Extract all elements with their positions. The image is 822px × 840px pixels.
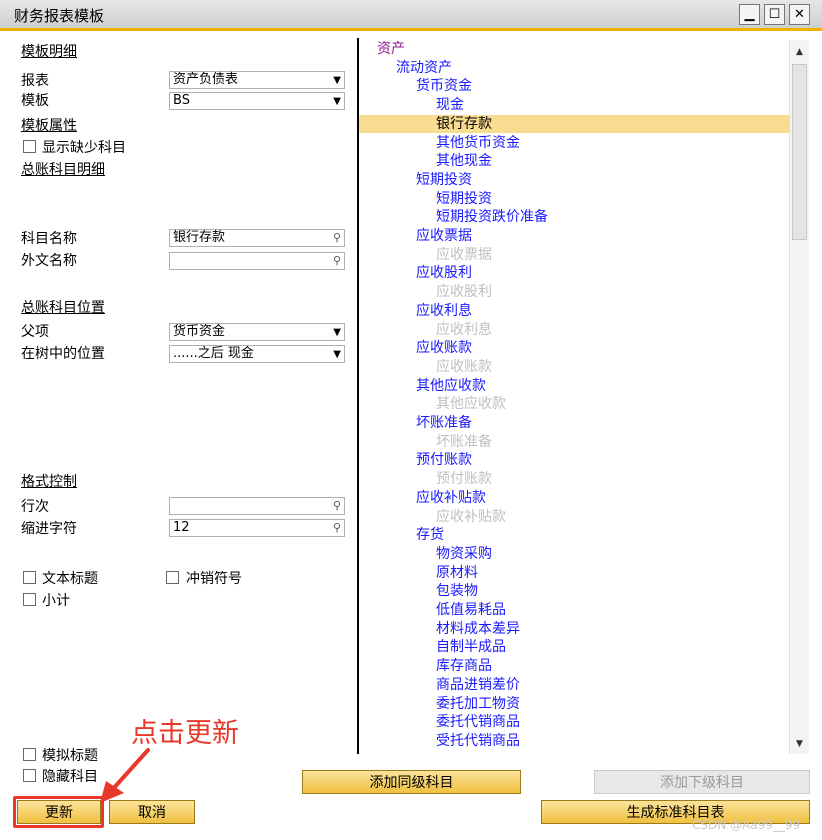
account-name-label: 科目名称 bbox=[21, 231, 77, 247]
show-missing-checkbox[interactable] bbox=[23, 140, 36, 153]
tree-item[interactable]: 应收股利 bbox=[359, 283, 789, 302]
tree-item[interactable]: 应收票据 bbox=[359, 227, 789, 246]
tree-item[interactable]: 应收补贴款 bbox=[359, 489, 789, 508]
report-label: 报表 bbox=[21, 73, 49, 89]
indent-input[interactable]: 12 ⚲ bbox=[169, 519, 345, 537]
add-sibling-button[interactable]: 添加同级科目 bbox=[302, 770, 521, 794]
tree-item[interactable]: 应收票据 bbox=[359, 246, 789, 265]
watermark: CSDN @Aa99__99 bbox=[692, 818, 801, 832]
template-label: 模板 bbox=[21, 93, 49, 109]
tree-item[interactable]: 流动资产 bbox=[359, 59, 789, 78]
scroll-down-icon[interactable]: ▼ bbox=[790, 734, 809, 754]
tree-item[interactable]: 委托代销商品 bbox=[359, 713, 789, 732]
indent-value: 12 bbox=[173, 520, 190, 535]
tree-item[interactable]: 预付账款 bbox=[359, 451, 789, 470]
row-label: 行次 bbox=[21, 499, 49, 515]
window-title: 财务报表模板 bbox=[14, 7, 105, 25]
dropdown-arrow-icon: ▼ bbox=[333, 327, 341, 338]
tree-item[interactable]: 物资采购 bbox=[359, 545, 789, 564]
scroll-up-icon[interactable]: ▲ bbox=[790, 42, 809, 62]
tree-item[interactable]: 应收利息 bbox=[359, 302, 789, 321]
tree-item[interactable]: 短期投资 bbox=[359, 171, 789, 190]
account-name-input[interactable]: 银行存款 ⚲ bbox=[169, 229, 345, 247]
tree-item[interactable]: 自制半成品 bbox=[359, 638, 789, 657]
tree-item[interactable]: 坏账准备 bbox=[359, 414, 789, 433]
hidden-account-checkbox[interactable] bbox=[23, 769, 36, 782]
tree-item[interactable]: 其他现金 bbox=[359, 152, 789, 171]
show-missing-label: 显示缺少科目 bbox=[42, 140, 126, 156]
parent-value: 货币资金 bbox=[173, 324, 226, 339]
tree-item[interactable]: 应收账款 bbox=[359, 339, 789, 358]
report-value: 资产负债表 bbox=[173, 72, 239, 87]
tree-item[interactable]: 低值易耗品 bbox=[359, 601, 789, 620]
section-template-detail: 模板明细 bbox=[21, 44, 77, 60]
tree-item[interactable]: 应收账款 bbox=[359, 358, 789, 377]
template-value: BS bbox=[173, 93, 190, 108]
tree-item[interactable]: 其他应收款 bbox=[359, 395, 789, 414]
section-gl-position: 总账科目位置 bbox=[21, 300, 105, 316]
dropdown-arrow-icon: ▼ bbox=[333, 349, 341, 360]
tree-item[interactable]: 其他应收款 bbox=[359, 377, 789, 396]
foreign-name-input[interactable]: ⚲ bbox=[169, 252, 345, 270]
report-select[interactable]: 资产负债表 ▼ bbox=[169, 71, 345, 89]
subtotal-label: 小计 bbox=[42, 593, 70, 609]
tree-item[interactable]: 短期投资 bbox=[359, 190, 789, 209]
foreign-name-label: 外文名称 bbox=[21, 253, 77, 269]
tree-item[interactable]: 商品进销差价 bbox=[359, 676, 789, 695]
tree-item[interactable]: 存货 bbox=[359, 526, 789, 545]
tree-position-value: ......之后 现金 bbox=[173, 346, 254, 361]
maximize-icon[interactable]: ☐ bbox=[764, 4, 785, 25]
account-name-value: 银行存款 bbox=[173, 230, 226, 245]
tree-item[interactable]: 库存商品 bbox=[359, 657, 789, 676]
tree-item[interactable]: 资产 bbox=[359, 40, 789, 59]
tree-item[interactable]: 坏账准备 bbox=[359, 433, 789, 452]
section-format: 格式控制 bbox=[21, 474, 77, 490]
tree-item[interactable]: 包装物 bbox=[359, 582, 789, 601]
dropdown-arrow-icon: ▼ bbox=[333, 75, 341, 86]
minimize-icon[interactable]: ▁ bbox=[739, 4, 760, 25]
subtotal-checkbox[interactable] bbox=[23, 593, 36, 606]
pin-icon: ⚲ bbox=[332, 499, 341, 512]
sim-title-checkbox[interactable] bbox=[23, 748, 36, 761]
tree-item[interactable]: 应收股利 bbox=[359, 264, 789, 283]
tree-position-select[interactable]: ......之后 现金 ▼ bbox=[169, 345, 345, 363]
title-bar: 财务报表模板 ▁ ☐ ✕ bbox=[0, 0, 822, 31]
indent-label: 缩进字符 bbox=[21, 521, 77, 537]
tree-item[interactable]: 应收利息 bbox=[359, 321, 789, 340]
tree-item[interactable]: 预付账款 bbox=[359, 470, 789, 489]
add-child-button[interactable]: 添加下级科目 bbox=[594, 770, 810, 794]
parent-label: 父项 bbox=[21, 324, 49, 340]
template-select[interactable]: BS ▼ bbox=[169, 92, 345, 110]
account-tree[interactable]: 资产 流动资产 货币资金 现金 银行存款 其他货币资金 其他现金 短期投资 短期投资 短期投资跌价… bbox=[359, 38, 789, 754]
section-gl-detail: 总账科目明细 bbox=[21, 162, 105, 178]
tree-item[interactable]: 银行存款 bbox=[359, 114, 789, 134]
tree-position-label: 在树中的位置 bbox=[21, 346, 105, 362]
row-input[interactable]: ⚲ bbox=[169, 497, 345, 515]
tree-item[interactable]: 受托代销商品 bbox=[359, 732, 789, 751]
financial-report-template-window: 财务报表模板 ▁ ☐ ✕ 模板明细 报表 资产负债表 ▼ 模板 BS ▼ 模板属… bbox=[0, 0, 822, 840]
tree-item[interactable]: 其他货币资金 bbox=[359, 134, 789, 153]
dropdown-arrow-icon: ▼ bbox=[333, 96, 341, 107]
tree-item[interactable]: 原材料 bbox=[359, 564, 789, 583]
text-title-label: 文本标题 bbox=[42, 571, 98, 587]
reversal-checkbox[interactable] bbox=[166, 571, 179, 584]
tree-item[interactable]: 现金 bbox=[359, 96, 789, 115]
tree-item[interactable]: 货币资金 bbox=[359, 77, 789, 96]
tree-scrollbar[interactable]: ▲ ▼ bbox=[789, 40, 809, 754]
close-icon[interactable]: ✕ bbox=[789, 4, 810, 25]
pin-icon: ⚲ bbox=[332, 231, 341, 244]
section-template-props: 模板属性 bbox=[21, 118, 77, 134]
tree-item[interactable]: 材料成本差异 bbox=[359, 620, 789, 639]
scroll-thumb[interactable] bbox=[792, 64, 807, 240]
parent-select[interactable]: 货币资金 ▼ bbox=[169, 323, 345, 341]
text-title-checkbox[interactable] bbox=[23, 571, 36, 584]
annotation-arrow-icon bbox=[100, 748, 150, 803]
pin-icon: ⚲ bbox=[332, 254, 341, 267]
tree-item[interactable]: 应收补贴款 bbox=[359, 508, 789, 527]
tree-item[interactable]: 委托加工物资 bbox=[359, 695, 789, 714]
reversal-label: 冲销符号 bbox=[186, 571, 242, 587]
pin-icon: ⚲ bbox=[332, 521, 341, 534]
tree-item[interactable]: 短期投资跌价准备 bbox=[359, 208, 789, 227]
